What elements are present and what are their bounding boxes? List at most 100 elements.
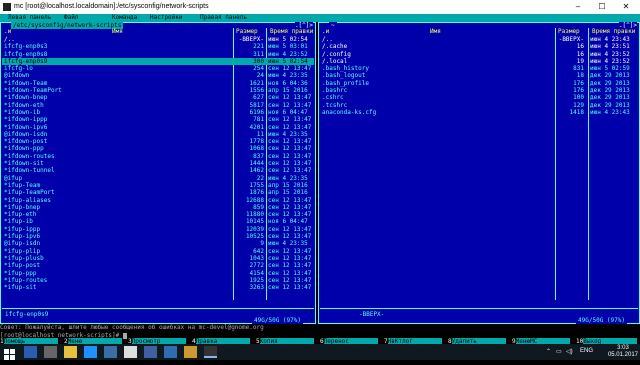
right-panel[interactable]: ~ .[^]> .и Имя Размер Время правки /.. -В…	[318, 22, 640, 324]
putty-icon[interactable]	[184, 346, 197, 358]
terminal-area[interactable]: Левая панель Файл Команда Настройки Прав…	[0, 14, 640, 344]
column-size-header[interactable]: Размер	[236, 28, 258, 35]
file-row[interactable]: *ifdown-routes 837 сен 12 13:47	[2, 153, 314, 160]
file-row[interactable]: /.cache 16 июн 4 23:51	[320, 43, 638, 50]
file-row[interactable]: @ifup-isdn 9 июн 4 23:35	[2, 240, 314, 247]
file-row[interactable]: *ifdown-ipv6 4201 сен 12 13:47	[2, 124, 314, 131]
file-row[interactable]: *ifup-ipv6 10525 сен 12 13:47	[2, 233, 314, 240]
file-row[interactable]: .bashrc 176 дек 29 2013	[320, 87, 638, 94]
tip-line: Совет: Пожалуйста, шлите любые сообщения…	[0, 324, 264, 331]
file-row[interactable]: @ifdown 24 июн 4 23:35	[2, 72, 314, 79]
chrome-icon[interactable]	[124, 346, 137, 358]
word-icon[interactable]	[164, 346, 177, 358]
store-icon[interactable]	[104, 346, 117, 358]
file-row[interactable]: *ifup-post 2772 сен 12 13:47	[2, 262, 314, 269]
file-row[interactable]: *ifdown-ippp 781 сен 12 13:47	[2, 116, 314, 123]
file-mtime: дек 29 2013	[590, 79, 630, 87]
file-name: *ifup-Team	[4, 181, 41, 189]
menu-left-panel[interactable]: Левая панель	[8, 14, 51, 22]
file-row[interactable]: *ifup-plusb 1043 сен 12 13:47	[2, 255, 314, 262]
column-name-header[interactable]: Имя	[430, 28, 441, 35]
file-row[interactable]: @ifdown-isdn 11 июн 4 23:35	[2, 131, 314, 138]
menu-options[interactable]: Настройки	[150, 14, 183, 22]
edge-browser-icon[interactable]	[84, 346, 97, 358]
task-view-icon[interactable]	[44, 346, 57, 358]
file-row[interactable]: ifcfg-enp0s8 311 июн 4 23:52	[2, 51, 314, 58]
sort-indicator[interactable]: .и	[322, 28, 329, 35]
column-time-header[interactable]: Время правки	[270, 28, 313, 35]
file-row[interactable]: anaconda-ks.cfg 1418 июн 4 23:43	[320, 109, 638, 116]
file-row[interactable]: *ifup-aliases 12688 сен 12 13:47	[2, 197, 314, 204]
file-row[interactable]: .bash_logout 18 дек 29 2013	[320, 72, 638, 79]
menu-command[interactable]: Команда	[112, 14, 137, 22]
file-row[interactable]: /.config 16 июн 4 23:52	[320, 51, 638, 58]
file-row[interactable]: *ifdown-Team 1621 ноя 6 04:36	[2, 80, 314, 87]
file-size: 24	[256, 72, 264, 80]
file-name: *ifup-bnep	[4, 203, 41, 211]
file-row[interactable]: *ifup-sit 3263 сен 12 13:47	[2, 284, 314, 291]
taskbar: ⌃ ▭ ◁) ENG 3:03 05.01.2017	[0, 344, 640, 360]
file-row[interactable]: *ifdown-eth 5817 сен 12 13:47	[2, 102, 314, 109]
file-mtime: июн 4 23:52	[590, 57, 630, 65]
file-mtime: июн 4 23:43	[590, 108, 630, 116]
file-row[interactable]: *ifdown-sit 1444 сен 12 13:47	[2, 160, 314, 167]
file-row[interactable]: *ifup-eth 11880 сен 12 13:47	[2, 211, 314, 218]
file-row[interactable]: @ifup 22 июн 4 23:35	[2, 175, 314, 182]
file-row[interactable]: .bash_history 831 июн 5 02:59	[320, 65, 638, 72]
column-name-header[interactable]: Имя	[112, 28, 123, 35]
file-row[interactable]: ifcfg-enp0s9 300 июн 5 02:54	[2, 57, 314, 66]
file-row[interactable]: *ifup-Team 1755 апр 15 2016	[2, 182, 314, 189]
file-size: 6196	[249, 108, 264, 116]
close-button[interactable]: ✕	[614, 0, 638, 14]
clock[interactable]: 3:03 05.01.2017	[608, 345, 638, 359]
file-row[interactable]: *ifdown-TeamPort 1556 апр 15 2016	[2, 87, 314, 94]
file-mtime: сен 12 13:47	[268, 138, 312, 146]
file-row[interactable]: *ifup-plip 642 сен 12 13:47	[2, 248, 314, 255]
file-size: 1462	[249, 167, 264, 175]
right-panel-header: .и Имя Размер Время правки	[320, 28, 638, 36]
virtualbox-icon[interactable]	[144, 346, 157, 358]
file-explorer-icon[interactable]	[64, 346, 77, 358]
volume-icon[interactable]: ◁)	[566, 348, 573, 355]
column-time-header[interactable]: Время правки	[592, 28, 635, 35]
file-row[interactable]: *ifup-ib 10145 ноя 6 04:47	[2, 218, 314, 225]
file-row[interactable]: .tcshrc 129 дек 29 2013	[320, 102, 638, 109]
file-row[interactable]: *ifdown-ppp 1068 сен 12 13:47	[2, 145, 314, 152]
file-row[interactable]: .cshrc 100 дек 29 2013	[320, 94, 638, 101]
file-name: *ifup-ppp	[4, 269, 37, 277]
file-row[interactable]: .bash_profile 176 дек 29 2013	[320, 80, 638, 87]
left-panel[interactable]: /etc/sysconfig/network-scripts .[^]> .и …	[0, 22, 316, 324]
network-icon[interactable]: ▭	[556, 348, 562, 355]
terminal-taskbar-icon[interactable]	[204, 346, 217, 358]
file-size: 311	[253, 50, 264, 58]
file-row[interactable]: /.. -ВВЕРХ-июн 5 02:54	[2, 36, 314, 43]
file-row[interactable]: *ifdown-tunnel 1462 сен 12 13:47	[2, 167, 314, 174]
file-row[interactable]: *ifdown-post 1778 сен 12 13:47	[2, 138, 314, 145]
file-mtime: дек 29 2013	[590, 101, 630, 109]
file-row[interactable]: *ifdown-bnep 627 сен 12 13:47	[2, 94, 314, 101]
search-icon[interactable]	[24, 346, 37, 358]
sort-indicator[interactable]: .и	[4, 28, 11, 35]
file-row[interactable]: /.. -ВВЕРХ-июн 4 23:43	[320, 36, 638, 43]
file-row[interactable]: *ifup-TeamPort 1876 апр 15 2016	[2, 189, 314, 196]
language-indicator[interactable]: ENG	[580, 348, 593, 354]
file-size: 16	[576, 43, 584, 51]
file-row[interactable]: *ifup-ppp 4154 сен 12 13:47	[2, 270, 314, 277]
maximize-button[interactable]: ☐	[590, 0, 614, 14]
file-row[interactable]: *ifup-routes 1925 сен 12 13:47	[2, 277, 314, 284]
tray-up-arrow-icon[interactable]: ⌃	[546, 348, 551, 355]
file-row[interactable]: /.local 19 июн 4 23:52	[320, 58, 638, 65]
file-row[interactable]: ifcfg-enp0s3 221 июн 5 03:01	[2, 43, 314, 50]
file-name: *ifup-ippp	[4, 225, 41, 233]
start-button[interactable]	[4, 346, 17, 360]
file-row[interactable]: *ifdown-ib 6196 ноя 6 04:47	[2, 109, 314, 116]
file-row[interactable]: *ifup-bnep 859 сен 12 13:47	[2, 204, 314, 211]
menu-file[interactable]: Файл	[64, 14, 78, 22]
file-name: *ifup-routes	[4, 276, 48, 284]
menu-right-panel[interactable]: Правая панель	[200, 14, 247, 22]
file-mtime: ноя 6 04:36	[268, 79, 308, 87]
column-size-header[interactable]: Размер	[558, 28, 580, 35]
file-row[interactable]: *ifup-ippp 12039 сен 12 13:47	[2, 226, 314, 233]
minimize-button[interactable]: –	[566, 0, 590, 14]
file-row[interactable]: ifcfg-lo 254 сен 12 13:47	[2, 65, 314, 72]
